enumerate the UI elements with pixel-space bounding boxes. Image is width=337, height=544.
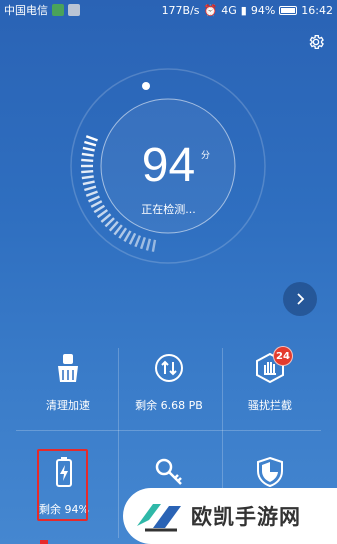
watermark-logo-icon xyxy=(137,504,181,532)
highlight-mark xyxy=(40,540,48,544)
scan-status: 正在检测... xyxy=(141,203,196,216)
tile-harass-block[interactable]: 骚扰拦截 xyxy=(214,352,326,416)
network-type: 4G xyxy=(221,3,237,17)
tile-cleanup[interactable]: 清理加速 xyxy=(12,352,124,416)
battery-percent: 94% xyxy=(250,3,276,17)
tile-label: 清理加速 xyxy=(46,399,90,412)
divider xyxy=(16,430,321,431)
gauge-tick xyxy=(151,239,157,252)
gauge-tick xyxy=(139,236,146,250)
shield-icon xyxy=(257,456,283,488)
transfer-icon xyxy=(155,354,183,382)
gauge-tick xyxy=(118,227,128,239)
tile-label: 骚扰拦截 xyxy=(248,399,292,412)
gear-icon[interactable] xyxy=(307,33,325,51)
tile-label: 剩余 6.68 PB xyxy=(135,399,203,412)
signal-icon: ▮ xyxy=(240,3,247,17)
gauge-tick xyxy=(108,220,119,232)
chevron-right-icon xyxy=(297,293,305,305)
gauge-tick xyxy=(128,232,137,245)
gauge-tick xyxy=(134,235,142,248)
clock: 16:42 xyxy=(301,3,333,17)
image-notification-icon xyxy=(68,4,80,16)
status-bar: 中国电信 177B/s ⏰ 4G ▮ 94% 16:42 xyxy=(0,0,337,20)
alarm-icon: ⏰ xyxy=(203,3,218,17)
score-unit: 分 xyxy=(201,151,211,161)
gauge-tick xyxy=(145,238,152,251)
score-display: 94 xyxy=(0,138,337,193)
score-value: 94 xyxy=(141,139,196,192)
gauge-tick xyxy=(123,230,132,242)
gauge-indicator-dot xyxy=(142,82,150,90)
notification-badge: 24 xyxy=(273,346,293,366)
next-button[interactable] xyxy=(283,282,317,316)
gauge-tick xyxy=(104,217,115,228)
app-notification-icon xyxy=(52,4,64,16)
tile-storage[interactable]: 剩余 6.68 PB xyxy=(113,352,225,416)
key-icon xyxy=(155,458,182,485)
battery-icon xyxy=(279,5,298,15)
watermark: 欧凯手游网 xyxy=(123,488,337,544)
carrier-label: 中国电信 xyxy=(4,4,48,17)
gauge-tick xyxy=(113,224,123,236)
watermark-text: 欧凯手游网 xyxy=(191,505,301,529)
network-speed: 177B/s xyxy=(161,3,200,17)
highlight-box xyxy=(37,449,88,521)
broom-icon xyxy=(58,354,78,382)
